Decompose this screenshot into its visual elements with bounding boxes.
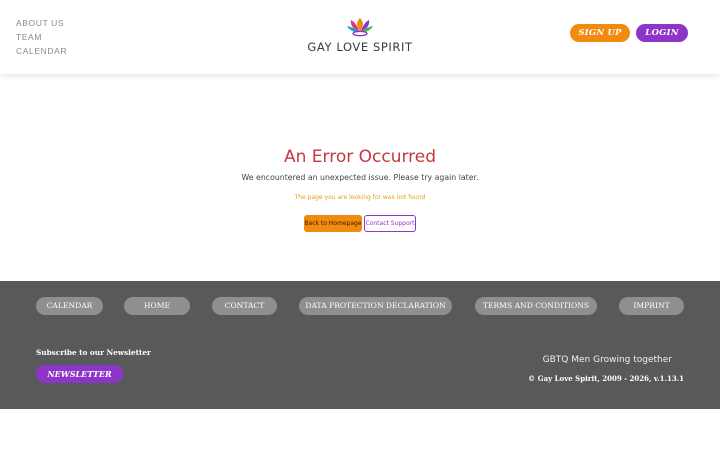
login-button[interactable]: LOGIN [636,24,688,42]
footer-link-imprint[interactable]: IMPRINT [619,297,684,315]
nav-calendar[interactable]: CALENDAR [16,44,67,58]
footer-link-home[interactable]: HOME [124,297,190,315]
footer-link-data-protection[interactable]: DATA PROTECTION DECLARATION [299,297,452,315]
footer-link-terms[interactable]: TERMS AND CONDITIONS [475,297,597,315]
footer-tagline: GBTQ Men Growing together [542,355,672,365]
nav-team[interactable]: TEAM [16,30,67,44]
nav-about-us[interactable]: ABOUT US [16,16,67,30]
site-footer: CALENDAR HOME CONTACT DATA PROTECTION DE… [0,281,720,409]
newsletter-button[interactable]: NEWSLETTER [36,365,123,383]
signup-button[interactable]: SIGN UP [570,24,630,42]
error-section: An Error Occurred We encountered an unex… [0,74,720,281]
error-message: We encountered an unexpected issue. Plea… [241,173,479,182]
error-detail: The page you are looking for was not fou… [294,194,426,201]
header-nav: ABOUT US TEAM CALENDAR [16,16,67,58]
site-header: ABOUT US TEAM CALENDAR GAY LOVE SPIRIT S… [0,0,720,74]
error-title: An Error Occurred [283,147,437,167]
footer-copyright: © Gay Love Spirit, 2009 - 2026, v.1.13.1 [528,374,684,383]
site-logo[interactable]: GAY LOVE SPIRIT [300,14,420,60]
footer-link-calendar[interactable]: CALENDAR [36,297,103,315]
logo-text: GAY LOVE SPIRIT [307,40,413,54]
lotus-logo-icon [347,18,373,37]
back-to-homepage-button[interactable]: Back to Homepage [304,215,362,232]
footer-link-contact[interactable]: CONTACT [212,297,277,315]
contact-support-button[interactable]: Contact Support [364,215,416,232]
newsletter-subscribe-label: Subscribe to our Newsletter [36,348,151,357]
